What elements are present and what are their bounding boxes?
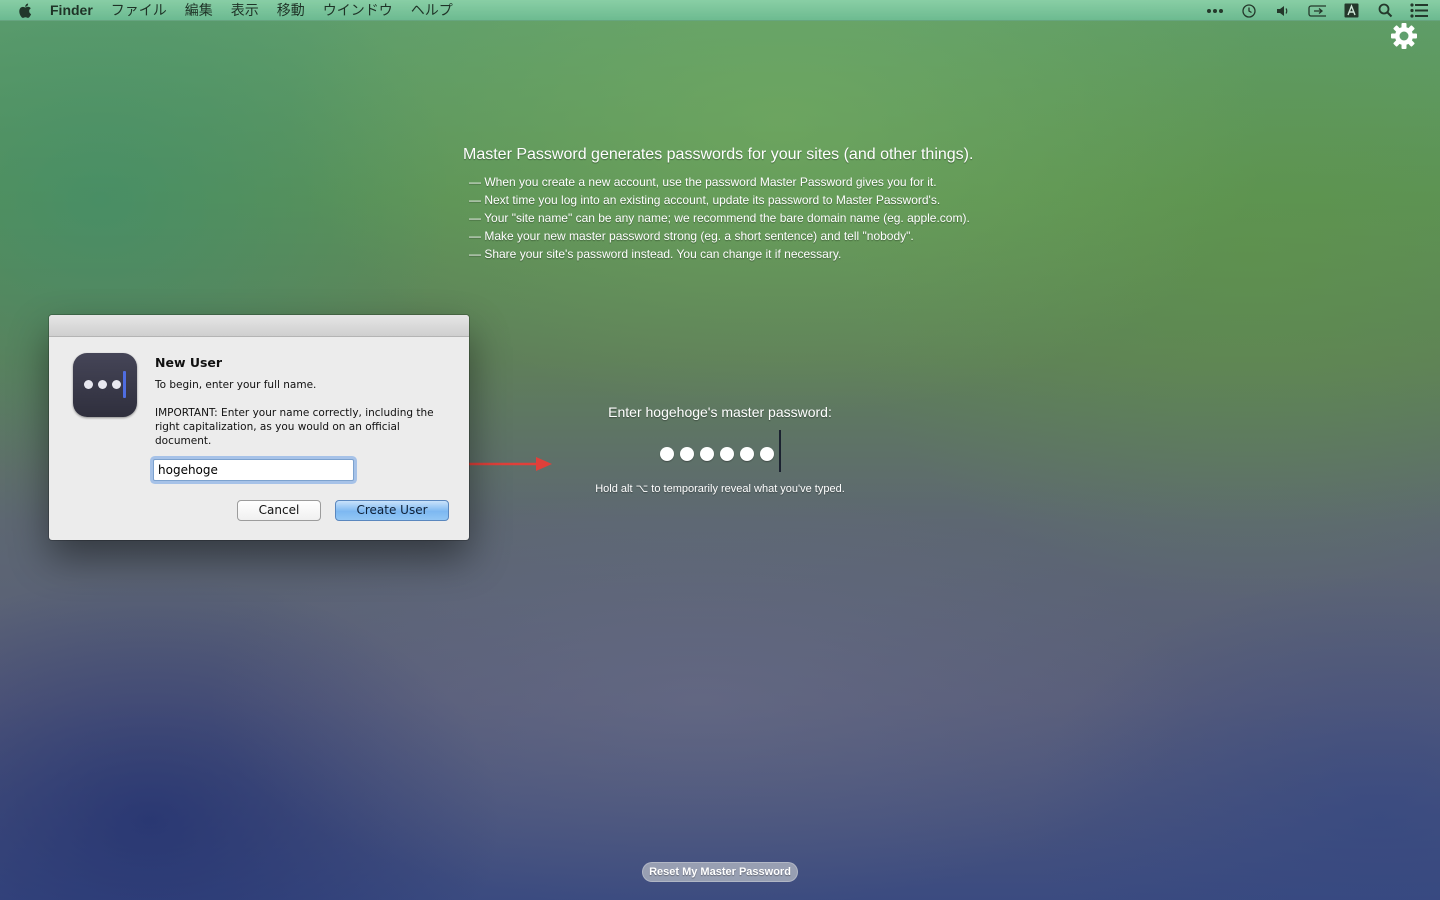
master-password-app-icon xyxy=(73,353,137,417)
password-mask-dot xyxy=(760,447,774,461)
menu-app-name[interactable]: Finder xyxy=(50,2,93,18)
menu-help[interactable]: ヘルプ xyxy=(411,0,453,20)
password-mask-dot xyxy=(740,447,754,461)
app-icon-dot xyxy=(112,380,121,389)
master-password-label: Enter hogehoge's master password: xyxy=(608,404,832,420)
battery-icon[interactable] xyxy=(1308,3,1326,18)
app-icon-dot xyxy=(84,380,93,389)
volume-icon[interactable] xyxy=(1274,3,1292,18)
intro-bullet: — Next time you log into an existing acc… xyxy=(469,193,941,207)
input-method-icon[interactable] xyxy=(1342,3,1360,18)
spotlight-icon[interactable] xyxy=(1376,3,1394,18)
notification-center-icon[interactable] xyxy=(1410,3,1428,18)
gear-icon[interactable] xyxy=(1390,22,1418,50)
intro-bullet: — Your "site name" can be any name; we r… xyxy=(469,211,970,225)
menu-go[interactable]: 移動 xyxy=(277,0,305,20)
reset-master-password-button[interactable]: Reset My Master Password xyxy=(642,862,798,882)
intro-bullet: — When you create a new account, use the… xyxy=(469,175,937,189)
password-mask-dot xyxy=(660,447,674,461)
dialog-title: New User xyxy=(155,355,223,370)
menu-view[interactable]: 表示 xyxy=(231,0,259,20)
password-mask-dot xyxy=(700,447,714,461)
password-mask-dot xyxy=(680,447,694,461)
dialog-titlebar[interactable] xyxy=(49,315,469,337)
menu-edit[interactable]: 編集 xyxy=(185,0,213,20)
intro-headline: Master Password generates passwords for … xyxy=(463,146,974,163)
text-caret xyxy=(779,430,781,472)
time-machine-icon[interactable] xyxy=(1240,3,1258,18)
create-user-button[interactable]: Create User xyxy=(335,500,449,521)
new-user-dialog: New User To begin, enter your full name.… xyxy=(49,315,469,540)
menu-bar: Finder ファイル 編集 表示 移動 ウインドウ ヘルプ xyxy=(0,0,1440,21)
more-icon[interactable] xyxy=(1206,3,1224,18)
dialog-important-note: IMPORTANT: Enter your name correctly, in… xyxy=(155,407,434,447)
apple-menu-icon[interactable] xyxy=(18,2,38,18)
password-mask-dot xyxy=(720,447,734,461)
app-icon-cursor xyxy=(123,371,126,398)
dialog-message: To begin, enter your full name. xyxy=(155,379,317,391)
intro-panel: Master Password generates passwords for … xyxy=(463,146,1023,263)
full-name-input[interactable] xyxy=(153,459,354,481)
intro-bullet-list: — When you create a new account, use the… xyxy=(463,173,1023,263)
master-password-field[interactable] xyxy=(660,444,774,464)
menu-bar-status-area xyxy=(1206,0,1428,21)
cancel-button[interactable]: Cancel xyxy=(237,500,321,521)
reveal-hint: Hold alt ⌥ to temporarily reveal what yo… xyxy=(595,483,845,495)
intro-bullet: — Make your new master password strong (… xyxy=(469,229,914,243)
menu-file[interactable]: ファイル xyxy=(111,0,167,20)
app-icon-dot xyxy=(98,380,107,389)
intro-bullet: — Share your site's password instead. Yo… xyxy=(469,247,842,261)
menu-window[interactable]: ウインドウ xyxy=(323,0,393,20)
